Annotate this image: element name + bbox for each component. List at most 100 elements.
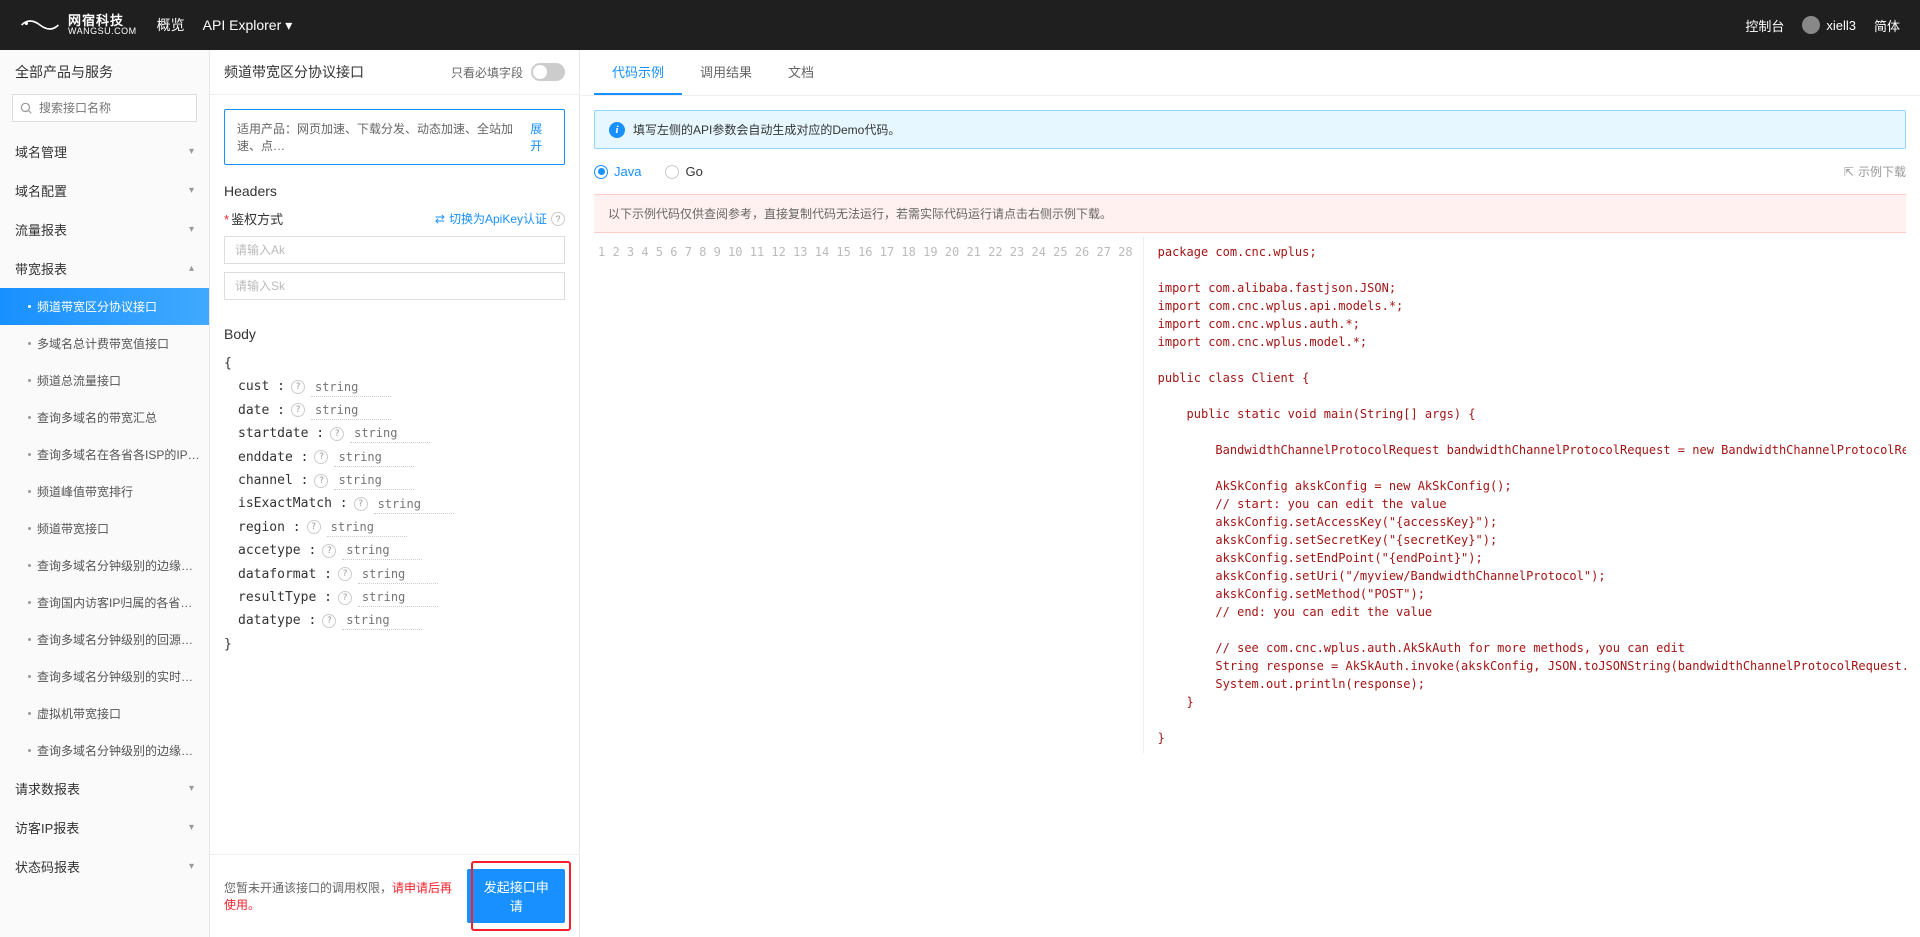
apply-button[interactable]: 发起接口申请 <box>467 869 565 923</box>
language-switch[interactable]: 简体 <box>1874 16 1900 35</box>
bullet-icon <box>28 416 31 419</box>
download-sample[interactable]: ⇱示例下载 <box>1844 163 1906 180</box>
sidebar-group[interactable]: 流量报表▾ <box>0 210 209 249</box>
products-box: 适用产品：网页加速、下载分发、动态加速、全站加速、点… 展开 <box>224 109 565 165</box>
sidebar-item[interactable]: 频道带宽接口 <box>0 510 209 547</box>
top-header: 网宿科技WANGSU.COM 概览 API Explorer▾ 控制台 xiel… <box>0 0 1920 50</box>
params-footer: 您暂未开通该接口的调用权限，请申请后再使用。 发起接口申请 <box>210 854 579 937</box>
output-tabs: 代码示例 调用结果 文档 <box>580 50 1920 96</box>
bullet-icon <box>28 638 31 641</box>
sidebar-item[interactable]: 查询多域名分钟级别的实时… <box>0 658 209 695</box>
sidebar-item[interactable]: 频道总流量接口 <box>0 362 209 399</box>
help-icon[interactable]: ? <box>314 450 328 464</box>
field-input[interactable] <box>334 448 414 467</box>
help-icon[interactable]: ? <box>291 380 305 394</box>
help-icon[interactable]: ? <box>291 403 305 417</box>
user-menu[interactable]: xiell3 <box>1802 16 1856 34</box>
code-content[interactable]: package com.cnc.wplus; import com.alibab… <box>1144 237 1906 753</box>
bullet-icon <box>28 490 31 493</box>
field-input[interactable] <box>334 471 414 490</box>
logo-icon <box>20 15 60 35</box>
field-input[interactable] <box>350 424 430 443</box>
body-field-row: dataformat :? <box>224 563 565 586</box>
lang-java[interactable]: Java <box>594 164 641 179</box>
field-input[interactable] <box>358 588 438 607</box>
field-key: startdate : <box>238 422 324 445</box>
sidebar-item[interactable]: 查询多域名分钟级别的回源… <box>0 621 209 658</box>
swap-icon: ⇄ <box>435 212 445 226</box>
sidebar: 全部产品与服务 域名管理▾域名配置▾流量报表▾带宽报表▴频道带宽区分协议接口多域… <box>0 50 210 937</box>
required-only-label: 只看必填字段 <box>451 64 523 81</box>
bullet-icon <box>28 601 31 604</box>
field-input[interactable] <box>327 518 407 537</box>
field-key: dataformat : <box>238 563 332 586</box>
sidebar-item[interactable]: 查询多域名分钟级别的边缘… <box>0 547 209 584</box>
help-icon[interactable]: ? <box>307 520 321 534</box>
sidebar-item[interactable]: 查询多域名的带宽汇总 <box>0 399 209 436</box>
radio-icon <box>665 165 679 179</box>
help-icon[interactable]: ? <box>354 497 368 511</box>
ak-input[interactable] <box>224 236 565 264</box>
nav-api-explorer[interactable]: API Explorer▾ <box>203 15 293 35</box>
sidebar-item[interactable]: 频道峰值带宽排行 <box>0 473 209 510</box>
expand-products[interactable]: 展开 <box>530 120 552 154</box>
sk-input[interactable] <box>224 272 565 300</box>
chevron-icon: ▾ <box>189 224 194 235</box>
help-icon[interactable]: ? <box>322 614 336 628</box>
help-icon[interactable]: ? <box>330 427 344 441</box>
body-field-row: accetype :? <box>224 539 565 562</box>
sidebar-item[interactable]: 查询多域名分钟级别的边缘… <box>0 732 209 769</box>
sidebar-item[interactable]: 虚拟机带宽接口 <box>0 695 209 732</box>
field-input[interactable] <box>358 565 438 584</box>
field-key: region : <box>238 516 301 539</box>
sidebar-title: 全部产品与服务 <box>0 50 209 94</box>
code-hint: 以下示例代码仅供查阅参考，直接复制代码无法运行，若需实际代码运行请点击右侧示例下… <box>594 194 1906 233</box>
field-input[interactable] <box>311 378 391 397</box>
chevron-icon: ▾ <box>189 861 194 872</box>
search-input[interactable] <box>12 94 197 122</box>
sidebar-group[interactable]: 域名管理▾ <box>0 132 209 171</box>
tab-docs[interactable]: 文档 <box>770 50 832 95</box>
help-icon[interactable]: ? <box>322 544 336 558</box>
body-field-row: cust :? <box>224 375 565 398</box>
logo[interactable]: 网宿科技WANGSU.COM <box>20 14 137 36</box>
sidebar-item[interactable]: 频道带宽区分协议接口 <box>0 288 209 325</box>
field-input[interactable] <box>342 541 422 560</box>
sidebar-item[interactable]: 多域名总计费带宽值接口 <box>0 325 209 362</box>
sidebar-item[interactable]: 查询多域名在各省各ISP的IP… <box>0 436 209 473</box>
help-icon[interactable]: ? <box>338 567 352 581</box>
field-input[interactable] <box>342 611 422 630</box>
params-panel: 频道带宽区分协议接口 只看必填字段 适用产品：网页加速、下载分发、动态加速、全站… <box>210 50 580 937</box>
sidebar-item[interactable]: 查询国内访客IP归属的各省… <box>0 584 209 621</box>
sidebar-group[interactable]: 请求数报表▾ <box>0 769 209 808</box>
lang-go[interactable]: Go <box>665 164 702 179</box>
bullet-icon <box>28 749 31 752</box>
sidebar-group[interactable]: 带宽报表▴ <box>0 249 209 288</box>
help-icon[interactable]: ? <box>314 474 328 488</box>
bullet-icon <box>28 564 31 567</box>
nav-overview[interactable]: 概览 <box>157 15 185 35</box>
console-link[interactable]: 控制台 <box>1745 16 1784 35</box>
bullet-icon <box>28 342 31 345</box>
auth-switch-link[interactable]: ⇄切换为ApiKey认证? <box>435 210 565 227</box>
tab-code-sample[interactable]: 代码示例 <box>594 50 682 95</box>
download-icon: ⇱ <box>1844 165 1854 179</box>
sidebar-group[interactable]: 域名配置▾ <box>0 171 209 210</box>
permission-warning: 您暂未开通该接口的调用权限，请申请后再使用。 <box>224 879 459 913</box>
field-input[interactable] <box>374 495 454 514</box>
bullet-icon <box>28 675 31 678</box>
body-field-row: enddate :? <box>224 446 565 469</box>
chevron-icon: ▾ <box>189 822 194 833</box>
required-only-toggle[interactable] <box>531 63 565 81</box>
body-field-row: region :? <box>224 516 565 539</box>
field-input[interactable] <box>311 401 391 420</box>
tab-result[interactable]: 调用结果 <box>682 50 770 95</box>
chevron-icon: ▾ <box>189 783 194 794</box>
body-field-row: isExactMatch :? <box>224 492 565 515</box>
body-field-row: resultType :? <box>224 586 565 609</box>
headers-section-title: Headers <box>224 183 565 199</box>
help-icon[interactable]: ? <box>551 212 565 226</box>
sidebar-group[interactable]: 访客IP报表▾ <box>0 808 209 847</box>
sidebar-group[interactable]: 状态码报表▾ <box>0 847 209 886</box>
help-icon[interactable]: ? <box>338 591 352 605</box>
